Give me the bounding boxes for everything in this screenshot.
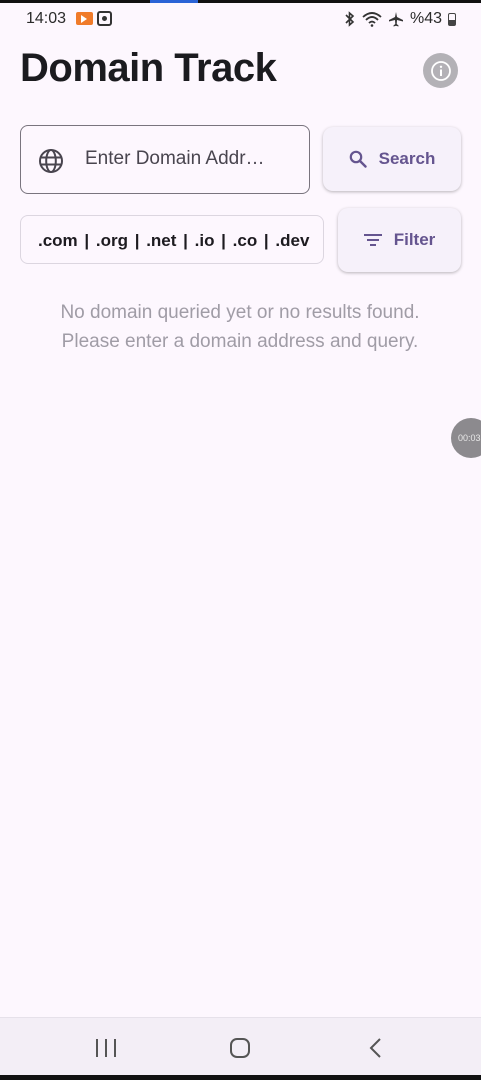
empty-state-line-1: No domain queried yet or no results foun… (60, 302, 420, 323)
recent-apps-icon[interactable] (91, 1037, 121, 1059)
recording-timer-bubble[interactable]: 00:03 (451, 418, 481, 458)
domain-input[interactable] (85, 126, 285, 192)
status-icons: %43 (344, 10, 456, 28)
screen-record-icon (76, 12, 93, 25)
status-bar: 14:03 %43 (0, 3, 481, 35)
empty-state-line-2: Please enter a domain address and query. (61, 331, 419, 352)
app-screen: 14:03 %43 Domain Track Enter Domain Addr… (0, 0, 481, 1080)
filter-icon (363, 234, 382, 246)
tld-list-text: .com | .org | .net | .io | .co | .dev (38, 231, 310, 250)
globe-icon (39, 149, 63, 173)
screenshot-icon (97, 11, 112, 26)
system-nav-bar (0, 1017, 481, 1076)
filter-button[interactable]: Filter (338, 208, 461, 272)
page-title: Domain Track (20, 46, 277, 90)
battery-text: %43 (409, 10, 442, 27)
search-icon (349, 150, 367, 168)
home-icon[interactable] (226, 1036, 254, 1060)
info-icon (430, 60, 451, 81)
status-time: 14:03 (26, 10, 67, 27)
bottom-edge (0, 1075, 481, 1080)
search-button[interactable]: Search (323, 127, 461, 191)
bluetooth-icon (345, 11, 355, 27)
filter-button-label: Filter (393, 230, 436, 249)
battery-icon (448, 12, 456, 26)
wifi-icon (362, 12, 382, 27)
empty-state-message: No domain queried yet or no results foun… (20, 298, 460, 356)
info-button[interactable] (423, 53, 458, 88)
tld-list[interactable]: .com | .org | .net | .io | .co | .dev (20, 215, 324, 264)
airplane-icon (388, 12, 403, 27)
search-button-label: Search (378, 149, 436, 168)
back-icon[interactable] (362, 1036, 390, 1060)
domain-input-container[interactable] (20, 125, 310, 194)
recording-timer-text: 00:03 (458, 433, 481, 443)
